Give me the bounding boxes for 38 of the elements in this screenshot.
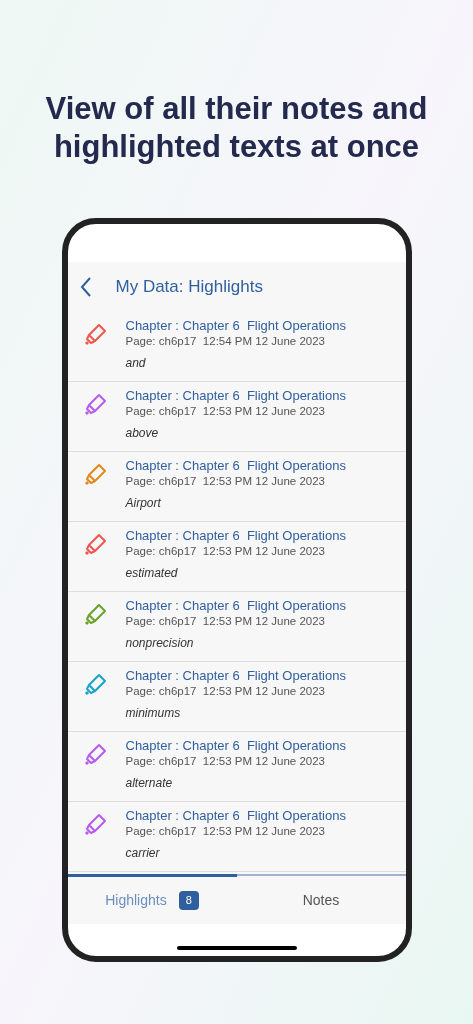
highlight-item[interactable]: Chapter : Chapter 6 Flight Operations Page: ch6p17 12:53 PM 12 June 2023 minimums bbox=[67, 662, 406, 732]
chapter-title: Chapter : Chapter 6 Flight Operations bbox=[125, 668, 346, 684]
chapter-title: Chapter : Chapter 6 Flight Operations bbox=[125, 598, 346, 614]
highlighted-text: estimated bbox=[125, 565, 179, 582]
highlighted-text: and bbox=[125, 355, 147, 372]
highlighted-text: nonprecision bbox=[125, 635, 195, 652]
page-info: Page: ch6p17 12:53 PM 12 June 2023 bbox=[125, 474, 326, 489]
highlighted-text: carrier bbox=[125, 845, 161, 862]
highlighted-text: Airport bbox=[125, 495, 162, 512]
tab[interactable]: Highlights 8 bbox=[67, 874, 237, 924]
highlight-item[interactable]: Chapter : Chapter 6 Flight Operations Page: ch6p17 12:54 PM 12 June 2023 and bbox=[67, 312, 406, 382]
highlighted-text: minimums bbox=[125, 705, 182, 722]
highlight-item[interactable]: Chapter : Chapter 6 Flight Operations Page: ch6p17 12:53 PM 12 June 2023 alternate bbox=[67, 732, 406, 802]
page-info: Page: ch6p17 12:53 PM 12 June 2023 bbox=[125, 544, 326, 559]
chapter-title: Chapter : Chapter 6 Flight Operations bbox=[125, 458, 346, 474]
back-icon[interactable] bbox=[79, 277, 92, 297]
highlight-item[interactable]: Chapter : Chapter 6 Flight Operations Page: ch6p17 12:53 PM 12 June 2023 nonprecision bbox=[67, 592, 406, 662]
highlighted-text: above bbox=[125, 425, 160, 442]
page-info: Page: ch6p17 12:53 PM 12 June 2023 bbox=[125, 824, 326, 839]
highlighted-text: alternate bbox=[125, 775, 174, 792]
page-info: Page: ch6p17 12:53 PM 12 June 2023 bbox=[125, 404, 326, 419]
chapter-title: Chapter : Chapter 6 Flight Operations bbox=[125, 528, 346, 544]
page-info: Page: ch6p17 12:54 PM 12 June 2023 bbox=[125, 334, 326, 349]
highlight-item[interactable]: Chapter : Chapter 6 Flight Operations Page: ch6p17 12:53 PM 12 June 2023 carrier bbox=[67, 802, 406, 872]
page-info: Page: ch6p17 12:53 PM 12 June 2023 bbox=[125, 614, 326, 629]
page-info: Page: ch6p17 12:53 PM 12 June 2023 bbox=[125, 684, 326, 699]
count-badge: 8 bbox=[178, 891, 199, 910]
chapter-title: Chapter : Chapter 6 Flight Operations bbox=[125, 388, 346, 404]
headline: View of all their notes and highlighted texts at once bbox=[44, 90, 429, 166]
chapter-title: Chapter : Chapter 6 Flight Operations bbox=[125, 738, 346, 754]
highlight-item[interactable]: Chapter : Chapter 6 Flight Operations Page: ch6p17 12:53 PM 12 June 2023 above bbox=[67, 382, 406, 452]
tab[interactable]: Notes bbox=[236, 874, 406, 924]
chapter-title: Chapter : Chapter 6 Flight Operations bbox=[125, 318, 346, 334]
screen-title: My Data: Highlights bbox=[115, 276, 263, 299]
chapter-title: Chapter : Chapter 6 Flight Operations bbox=[125, 808, 346, 824]
highlight-item[interactable]: Chapter : Chapter 6 Flight Operations Page: ch6p17 12:53 PM 12 June 2023 estimated bbox=[67, 522, 406, 592]
page-info: Page: ch6p17 12:53 PM 12 June 2023 bbox=[125, 754, 326, 769]
highlight-item[interactable]: Chapter : Chapter 6 Flight Operations Page: ch6p17 12:53 PM 12 June 2023 Airport bbox=[67, 452, 406, 522]
